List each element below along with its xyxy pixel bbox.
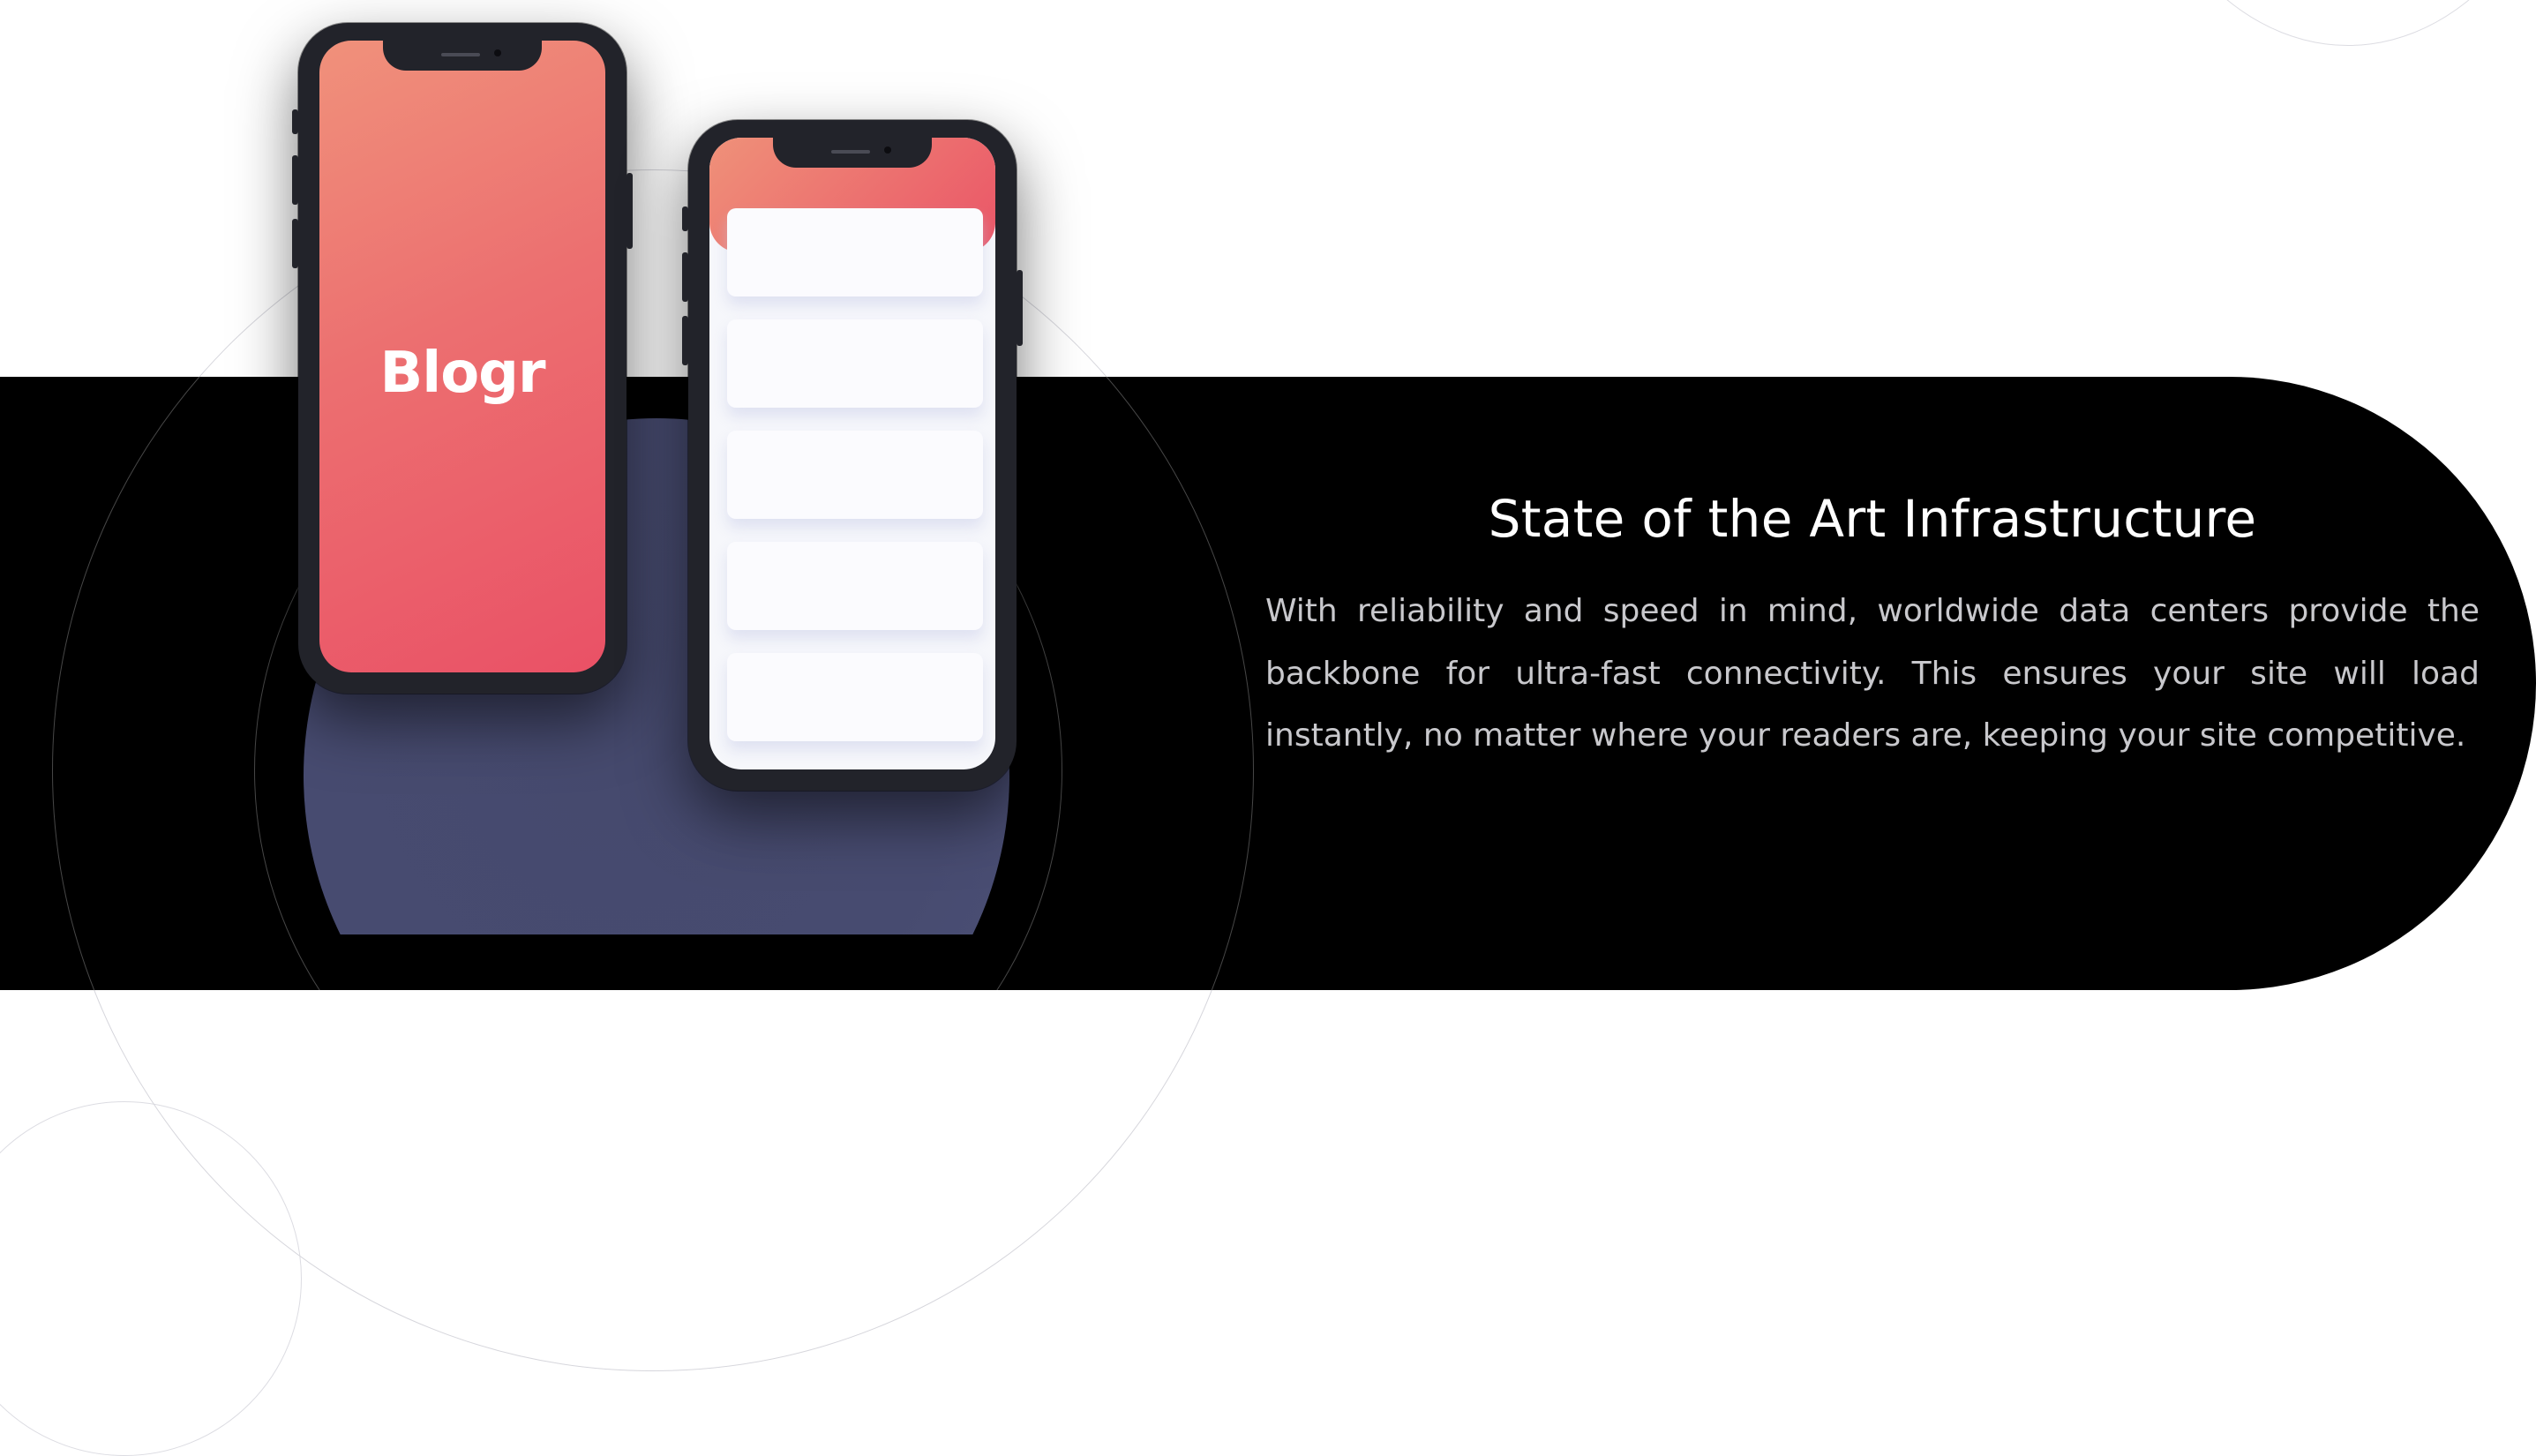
phone-mockup-left: Blogr xyxy=(292,23,633,694)
brand-logo: Blogr xyxy=(379,341,545,406)
content-card xyxy=(727,542,983,630)
content-card xyxy=(727,319,983,408)
phone-side-button xyxy=(292,109,298,134)
phone-side-button xyxy=(682,206,688,231)
phone-screen-right xyxy=(709,138,995,769)
feature-text-block: State of the Art Infrastructure With rel… xyxy=(1265,477,2480,768)
phone-screen-left: Blogr xyxy=(319,41,605,672)
phone-power-button xyxy=(1017,270,1023,346)
phone-mockup-right xyxy=(682,120,1023,791)
phone-notch xyxy=(383,41,542,71)
feature-heading: State of the Art Infrastructure xyxy=(1488,489,2257,549)
content-card xyxy=(727,208,983,296)
feature-description: With reliability and speed in mind, worl… xyxy=(1265,593,2480,754)
decorative-circle-top-right xyxy=(2118,0,2536,46)
phone-power-button xyxy=(626,173,633,249)
phone-side-button xyxy=(292,155,298,205)
phone-camera xyxy=(494,49,501,56)
phone-speaker xyxy=(441,53,480,56)
phone-side-button xyxy=(682,316,688,365)
content-card xyxy=(727,431,983,519)
phone-camera xyxy=(884,146,891,154)
phone-speaker xyxy=(831,150,870,154)
phone-side-button xyxy=(682,252,688,302)
content-card xyxy=(727,653,983,741)
phone-side-button xyxy=(292,219,298,268)
phone-notch xyxy=(773,138,932,168)
